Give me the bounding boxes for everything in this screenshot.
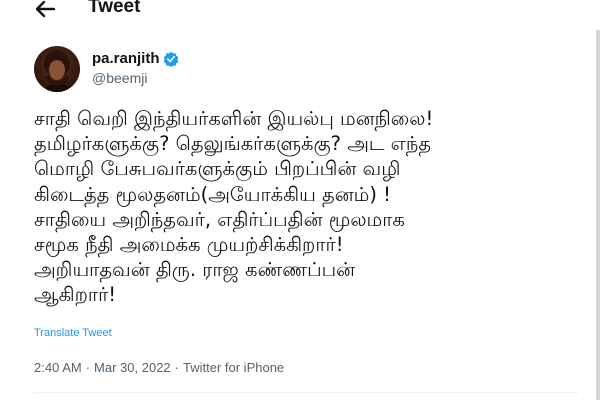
tweet-page: Tweet pa.ranjith @beemji சாதி வெறி இந்தி…	[0, 0, 600, 400]
back-button[interactable]	[34, 0, 58, 20]
tweet-text: சாதி வெறி இந்தியர்களின் இயல்பு மனநிலை! த…	[34, 107, 434, 307]
tweet-time[interactable]: 2:40 AM	[34, 360, 82, 375]
scrollbar[interactable]	[596, 30, 600, 400]
meta-separator: ·	[174, 360, 179, 375]
author-handle[interactable]: @beemji	[92, 70, 147, 86]
tweet-date[interactable]: Mar 30, 2022	[94, 360, 171, 375]
author-name[interactable]: pa.ranjith	[92, 50, 160, 67]
header-bar: Tweet	[0, 0, 600, 24]
meta-separator: ·	[85, 360, 91, 375]
avatar-image	[44, 50, 70, 92]
avatar[interactable]	[34, 46, 80, 92]
tweet-meta: 2:40 AM · Mar 30, 2022 · Twitter for iPhone	[34, 360, 284, 375]
arrow-left-icon	[35, 0, 56, 18]
translate-tweet-link[interactable]: Translate Tweet	[34, 327, 112, 339]
divider	[34, 392, 579, 393]
verified-badge-icon	[163, 51, 179, 67]
page-title: Tweet	[88, 0, 141, 17]
tweet-source[interactable]: Twitter for iPhone	[183, 360, 284, 375]
